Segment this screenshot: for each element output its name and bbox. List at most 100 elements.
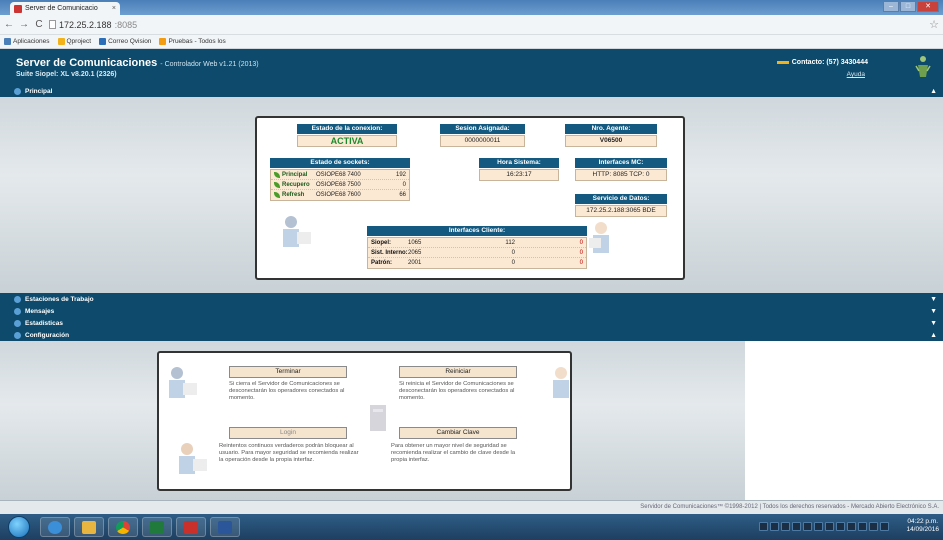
tray-icon[interactable] [836,522,845,531]
servicio-value: 172.25.2.188:3065 BDE [575,205,667,217]
tray-icon[interactable] [825,522,834,531]
client-name: Patrón: [371,260,392,266]
word-icon [218,521,232,534]
client-row: Sist. Interno: 2065 0 0 [368,248,586,258]
ie-taskbar-icon[interactable] [40,517,70,537]
tray-icon[interactable] [869,522,878,531]
socket-row: Refresh OSIOPE68 7600 66 [271,190,409,200]
tray-icon[interactable] [858,522,867,531]
chrome-taskbar-icon[interactable] [108,517,138,537]
client-port: 2001 [408,260,422,266]
client-port: 1065 [408,239,422,246]
maximize-button[interactable]: □ [900,1,916,12]
tray-icon[interactable] [781,522,790,531]
sockets-table: Principal OSIOPE68 7400 192 Recupero OSIOPE… [270,169,410,201]
close-window-button[interactable]: ✕ [917,1,939,12]
tray-icon[interactable] [803,522,812,531]
cambiar-clave-text: Para obtener un mayor nivel de seguridad… [391,443,516,463]
folder-icon [82,521,96,534]
login-button[interactable]: Login [229,427,347,439]
system-tray [759,522,889,531]
expand-icon[interactable]: ▼ [930,308,937,315]
tray-icon[interactable] [880,522,889,531]
section-principal[interactable]: Principal ▲ [0,85,943,97]
collapse-icon[interactable]: ▲ [930,332,937,339]
socket-name: Refresh [271,192,316,198]
tab-close-icon[interactable]: × [112,5,116,12]
sesion-value: 0000000011 [440,135,525,147]
reload-icon[interactable]: C [34,19,44,30]
collapse-icon[interactable]: ▲ [930,88,937,95]
config-panel-blank [745,341,943,500]
pdf-taskbar-icon[interactable] [176,517,206,537]
info-icon [14,87,21,95]
internet-explorer-icon [48,521,62,534]
section-estaciones[interactable]: Estaciones de Trabajo ▼ [0,293,943,305]
bookmarks-bar: Aplicaciones Qproject Correo Qvision Pru… [0,35,943,49]
client-name: Sist. Interno: [371,249,408,256]
bookmark-pruebas[interactable]: Pruebas - Todos los [159,38,226,45]
operator-icon [589,222,609,253]
app-header: Server de Comunicaciones - Controlador W… [0,49,943,85]
bookmark-label: Correo Qvision [108,38,152,45]
socket-name-text: Principal [282,171,308,178]
agente-value: V06500 [565,135,657,147]
expand-icon[interactable]: ▼ [930,320,937,327]
expand-icon[interactable]: ▼ [930,296,937,303]
config-card: Terminar Si cierra el Servidor de Comuni… [157,351,572,491]
reiniciar-button[interactable]: Reiniciar [399,366,517,378]
hora-value: 16:23:17 [479,169,559,181]
section-mensajes[interactable]: Mensajes ▼ [0,305,943,317]
interfaces-mc-label: Interfaces MC: [575,158,667,168]
estado-conexion-value: ACTIVA [297,135,397,147]
bookmark-aplicaciones[interactable]: Aplicaciones [4,38,50,45]
excel-icon [150,521,164,534]
section-label: Mensajes [25,307,55,315]
word-taskbar-icon[interactable] [210,517,240,537]
help-link[interactable]: Ayuda [847,71,865,78]
client-count-a: 0 [511,249,515,256]
operator-icon [553,367,569,398]
forward-icon[interactable]: → [19,19,29,30]
terminar-button[interactable]: Terminar [229,366,347,378]
socket-name-text: Recupero [282,181,310,188]
minimize-button[interactable]: – [883,1,899,12]
sesion-label: Sesion Asignada: [440,124,525,134]
chrome-icon [116,521,130,534]
clock[interactable]: 04:22 p.m. 14/09/2016 [906,518,939,534]
bookmark-correo[interactable]: Correo Qvision [99,38,151,45]
tray-icon[interactable] [814,522,823,531]
tray-icon[interactable] [759,522,768,531]
tray-icon[interactable] [792,522,801,531]
apps-icon [4,38,11,45]
leaf-icon [274,192,280,198]
agente-label: Nro. Agente: [565,124,657,134]
cambiar-clave-button[interactable]: Cambiar Clave [399,427,517,439]
bookmark-star-icon[interactable]: ☆ [929,18,939,31]
url-field[interactable]: 172.25.2.188:8085 [49,20,137,30]
browser-tab[interactable]: Server de Comunicacio × [10,2,120,15]
tray-icon[interactable] [847,522,856,531]
start-button[interactable] [8,516,30,538]
section-label: Principal [25,87,53,95]
bookmark-qproject[interactable]: Qproject [57,38,91,45]
explorer-taskbar-icon[interactable] [74,517,104,537]
clock-time: 04:22 p.m. [907,518,939,525]
excel-taskbar-icon[interactable] [142,517,172,537]
window-controls: – □ ✕ [883,1,939,12]
section-estadisticas[interactable]: Estadisticas ▼ [0,317,943,329]
workstation-icon [14,295,21,303]
leaf-icon [274,171,280,178]
sockets-label: Estado de sockets: [270,158,410,168]
contact-bar-icon [776,61,789,64]
section-configuracion[interactable]: Configuración ▲ [0,329,943,341]
folder-icon [159,38,167,45]
bookmark-label: Pruebas - Todos los [168,38,226,45]
suite-version: Suite Siopel: XL v8.20.1 (2326) [16,71,117,78]
interfaces-mc-value: HTTP: 8085 TCP: 0 [575,169,667,181]
stats-icon [14,319,21,327]
taskbar: 04:22 p.m. 14/09/2016 [0,514,943,540]
tray-icon[interactable] [770,522,779,531]
back-icon[interactable]: ← [4,19,14,30]
client-count-a: 112 [505,239,515,246]
